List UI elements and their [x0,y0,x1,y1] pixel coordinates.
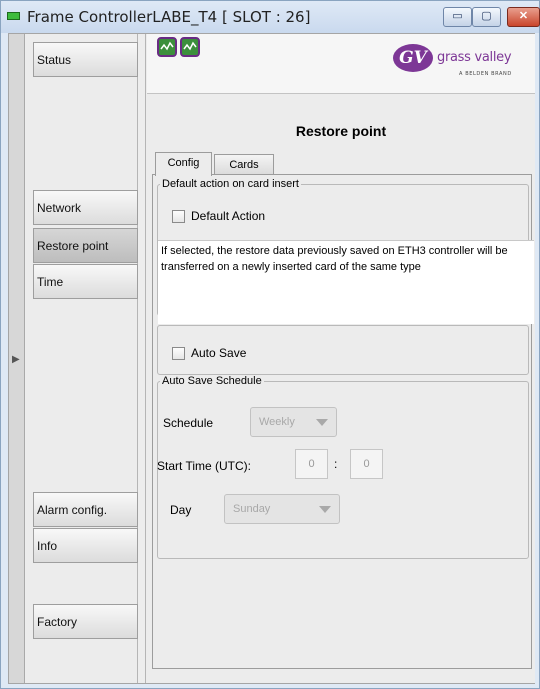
default-action-description: If selected, the restore data previously… [158,240,534,324]
tab-config[interactable]: Config [155,152,212,176]
checkbox-box[interactable] [172,346,185,360]
logo-subtext: A BELDEN BRAND [459,71,512,77]
chevron-down-icon [319,506,331,513]
status-ok-icon [180,37,200,57]
day-value: Sunday [233,503,271,515]
default-action-group: Default action on card insert Default Ac… [157,178,534,324]
maximize-button[interactable]: ▢ [472,7,501,27]
gv-logo-mark: GV [393,44,433,72]
sidebar-item-factory[interactable]: Factory [33,604,138,639]
header-band: GV grass valley A BELDEN BRAND [147,34,535,94]
checkbox-box[interactable] [172,209,185,223]
logo-text: grass valley [437,50,512,65]
minimize-button[interactable]: ▭ [443,7,472,27]
start-minute-input[interactable]: 0 [350,449,383,479]
auto-save-schedule-legend: Auto Save Schedule [162,375,262,387]
default-action-checkbox[interactable]: Default Action [172,209,265,223]
sidebar-item-alarm-config[interactable]: Alarm config. [33,492,138,527]
time-separator: : [334,457,338,471]
title-bar[interactable]: Frame ControllerLABE_T4 [ SLOT : 26] ▭ ▢… [1,1,540,33]
default-action-legend: Default action on card insert [162,178,299,190]
tab-cards[interactable]: Cards [214,154,274,176]
sidebar: Status Network Restore point Time Alarm … [26,34,138,683]
app-window: Frame ControllerLABE_T4 [ SLOT : 26] ▭ ▢… [0,0,540,689]
start-hour-input[interactable]: 0 [295,449,328,479]
default-action-label: Default Action [191,209,266,223]
page-title: Restore point [295,123,387,139]
collapse-strip[interactable]: ▶ [9,34,25,683]
day-label: Day [170,503,192,517]
schedule-label: Schedule [163,416,214,430]
auto-save-checkbox[interactable]: Auto Save [172,346,246,360]
schedule-value: Weekly [259,416,295,428]
sidebar-item-status[interactable]: Status [33,42,138,77]
day-select[interactable]: Sunday [224,494,340,524]
expand-arrow-icon[interactable]: ▶ [12,354,20,365]
auto-save-label: Auto Save [191,346,247,360]
chevron-down-icon [316,419,328,426]
sidebar-item-restore-point[interactable]: Restore point [33,228,138,263]
status-ok-icon [157,37,177,57]
sidebar-item-time[interactable]: Time [33,264,138,299]
sidebar-item-info[interactable]: Info [33,528,138,563]
window-title: Frame ControllerLABE_T4 [ SLOT : 26] [27,8,311,26]
config-tab-panel: Default action on card insert Default Ac… [152,174,534,669]
main-panel: GV grass valley A BELDEN BRAND Restore p… [145,34,535,683]
sidebar-item-network[interactable]: Network [33,190,138,225]
schedule-select[interactable]: Weekly [250,407,337,437]
client-area: ▶ Status Network Restore point Time Alar… [8,33,535,684]
app-icon [7,12,20,20]
close-button[interactable]: ✕ [507,7,540,27]
start-time-label: Start Time (UTC): [157,459,252,473]
grass-valley-logo: GV grass valley A BELDEN BRAND [393,42,530,88]
auto-save-group: Auto Save [157,325,529,375]
